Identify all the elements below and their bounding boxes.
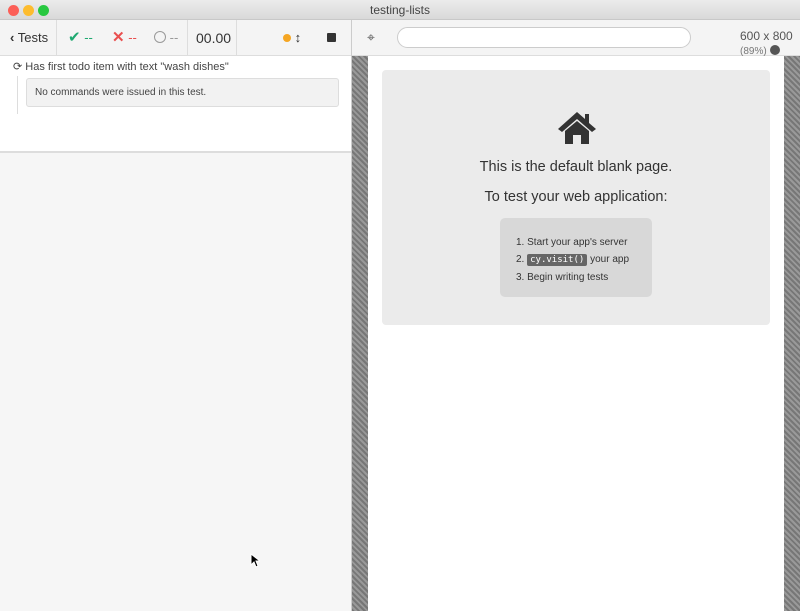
pending-count: -- bbox=[169, 30, 179, 45]
refresh-icon: ⟳ bbox=[13, 61, 23, 73]
back-label: Tests bbox=[17, 30, 49, 45]
reporter-panel: ‹ Tests ✔ -- ✕ -- -- 00.00 ↕ ⟳ Has first… bbox=[0, 20, 352, 611]
viewport-info[interactable]: 600 x 800 (89%) bbox=[740, 29, 800, 57]
stop-button[interactable] bbox=[327, 20, 336, 56]
running-indicator-icon bbox=[283, 34, 291, 42]
mouse-cursor-icon bbox=[250, 553, 260, 568]
close-window-button[interactable] bbox=[8, 5, 19, 16]
minimize-window-button[interactable] bbox=[23, 5, 34, 16]
reporter-toolbar: ‹ Tests ✔ -- ✕ -- -- 00.00 ↕ bbox=[0, 20, 351, 56]
window-titlebar: testing-lists bbox=[0, 0, 800, 20]
auto-scroll-toggle[interactable]: ↕ bbox=[283, 20, 301, 56]
step-3: 3. Begin writing tests bbox=[516, 272, 609, 283]
maximize-window-button[interactable] bbox=[38, 5, 49, 16]
chevron-left-icon: ‹ bbox=[10, 30, 15, 45]
setup-steps-list: 1. Start your app's server 2. cy.visit()… bbox=[500, 218, 652, 297]
x-icon: ✕ bbox=[112, 29, 125, 46]
passed-count: -- bbox=[84, 30, 93, 45]
failed-count: -- bbox=[128, 30, 137, 45]
aut-panel: ⌖ 600 x 800 (89%) This is the default bl… bbox=[352, 20, 800, 611]
failed-stat: ✕ -- bbox=[112, 20, 137, 56]
home-icon bbox=[558, 112, 596, 144]
step-text: Begin writing tests bbox=[527, 272, 609, 283]
aut-toolbar: ⌖ 600 x 800 (89%) bbox=[352, 20, 800, 57]
window-title: testing-lists bbox=[369, 3, 431, 17]
url-input[interactable] bbox=[397, 27, 691, 48]
selector-playground-crosshair-icon[interactable]: ⌖ bbox=[367, 29, 375, 46]
blank-page-card: This is the default blank page. To test … bbox=[382, 70, 770, 325]
check-icon: ✔ bbox=[68, 29, 81, 46]
spinner-icon bbox=[154, 31, 166, 43]
step-text: Start your app's server bbox=[527, 237, 628, 248]
stop-icon bbox=[327, 33, 336, 42]
step-text: your app bbox=[590, 254, 630, 265]
blank-page-subheading: To test your web application: bbox=[484, 189, 668, 205]
app-iframe: This is the default blank page. To test … bbox=[368, 56, 784, 611]
info-icon bbox=[770, 45, 781, 55]
no-commands-message: No commands were issued in this test. bbox=[26, 78, 339, 107]
step-2: 2. cy.visit() your app bbox=[516, 254, 630, 266]
duration: 00.00 bbox=[196, 30, 232, 46]
passed-stat: ✔ -- bbox=[68, 20, 93, 56]
scroll-arrows-icon: ↕ bbox=[294, 30, 302, 45]
viewport-size: 600 x 800 bbox=[740, 29, 793, 43]
blank-page-heading: This is the default blank page. bbox=[479, 159, 673, 175]
pending-stat: -- bbox=[154, 20, 178, 56]
back-to-tests-button[interactable]: ‹ Tests bbox=[10, 20, 48, 56]
test-item[interactable]: ⟳ Has first todo item with text "wash di… bbox=[0, 56, 351, 153]
test-title: Has first todo item with text "wash dish… bbox=[25, 61, 229, 73]
code-snippet: cy.visit() bbox=[527, 254, 588, 266]
step-1: 1. Start your app's server bbox=[516, 237, 628, 248]
